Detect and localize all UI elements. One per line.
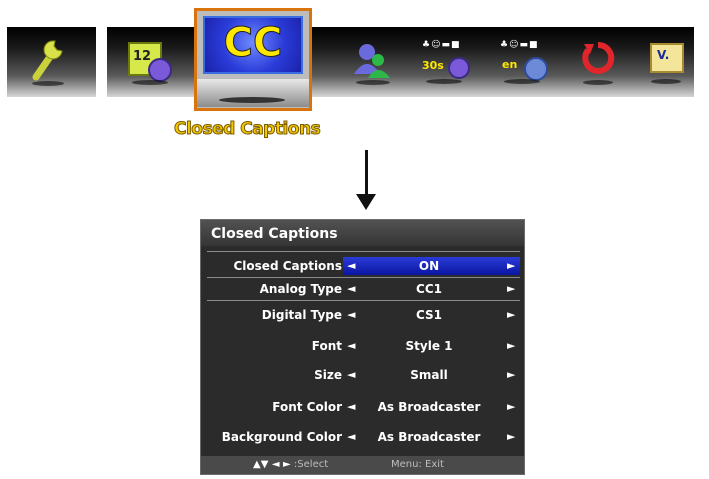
calendar-clock-icon[interactable]: 12 — [128, 40, 172, 85]
globe-icon — [524, 57, 548, 81]
setting-label: Digital Type — [261, 308, 342, 322]
setting-label: Font Color — [272, 400, 342, 414]
left-arrow-icon[interactable]: ◄ — [347, 398, 355, 416]
selected-menu-caption: Closed Captions — [173, 119, 321, 140]
reset-icon[interactable] — [580, 40, 616, 85]
setting-value: As Broadcaster — [377, 430, 481, 444]
sleep-timer-value: 30s — [422, 59, 444, 72]
setting-row-font-color[interactable]: Font Color ◄ As Broadcaster ► — [207, 398, 520, 416]
separator — [207, 277, 520, 278]
left-arrow-icon[interactable]: ◄ — [347, 280, 355, 298]
setting-label: Closed Captions — [233, 259, 343, 273]
language-icon[interactable]: ♣☺▬■ en — [498, 38, 548, 84]
setting-label: Analog Type — [259, 282, 342, 296]
left-arrow-icon[interactable]: ◄ — [347, 428, 355, 446]
down-arrow-icon — [365, 150, 368, 194]
wrench-icon[interactable] — [30, 37, 66, 86]
setting-value: CS1 — [415, 308, 443, 322]
version-icon[interactable]: V. — [648, 41, 684, 84]
right-arrow-icon[interactable]: ► — [507, 337, 515, 355]
left-arrow-icon[interactable]: ◄ — [347, 366, 355, 384]
right-arrow-icon[interactable]: ► — [507, 428, 515, 446]
calendar-day: 12 — [133, 49, 152, 64]
right-arrow-icon[interactable]: ► — [507, 306, 515, 324]
version-text: V. — [657, 48, 670, 62]
right-arrow-icon[interactable]: ► — [507, 398, 515, 416]
separator — [207, 251, 520, 252]
clock-icon — [448, 57, 470, 79]
setting-label: Background Color — [221, 430, 342, 444]
setting-row-analog-type[interactable]: Analog Type ◄ CC1 ► — [207, 280, 520, 298]
separator — [207, 300, 520, 301]
closed-captions-panel: Closed Captions Closed Captions ◄ ON ► A… — [200, 219, 525, 475]
language-value: en — [502, 58, 518, 71]
setting-value: Small — [410, 368, 448, 382]
clock-icon — [148, 58, 172, 82]
sleep-timer-icon[interactable]: ♣☺▬■ 30s — [420, 38, 470, 84]
setting-value: As Broadcaster — [377, 400, 481, 414]
setting-value: CC1 — [416, 282, 442, 296]
setting-label: Font — [311, 339, 342, 353]
user-icon[interactable] — [352, 40, 392, 85]
down-arrow-head — [356, 194, 376, 210]
setting-value: Style 1 — [405, 339, 453, 353]
setting-label: Size — [314, 368, 342, 382]
setting-value: ON — [418, 259, 440, 273]
cc-text: CC — [223, 20, 283, 67]
footer-exit-hint: Menu: Exit — [391, 459, 444, 470]
right-arrow-icon[interactable]: ► — [507, 366, 515, 384]
right-arrow-icon[interactable]: ► — [507, 257, 515, 275]
setting-row-digital-type[interactable]: Digital Type ◄ CS1 ► — [207, 306, 520, 324]
left-arrow-icon[interactable]: ◄ — [347, 306, 355, 324]
navigation-keys-icon: ▲▼ ◄ ► — [253, 459, 291, 470]
panel-footer: ▲▼ ◄ ► :Select Menu: Exit — [201, 456, 524, 474]
right-arrow-icon[interactable]: ► — [507, 280, 515, 298]
setting-row-font[interactable]: Font ◄ Style 1 ► — [207, 337, 520, 355]
left-arrow-icon[interactable]: ◄ — [347, 337, 355, 355]
closed-captions-tile[interactable]: CC — [194, 8, 312, 111]
footer-select-hint: :Select — [293, 459, 329, 470]
setting-row-size[interactable]: Size ◄ Small ► — [207, 366, 520, 384]
setting-row-background-color[interactable]: Background Color ◄ As Broadcaster ► — [207, 428, 520, 446]
closed-captions-icon: CC — [203, 16, 303, 74]
panel-title: Closed Captions — [201, 220, 524, 246]
setting-row-closed-captions[interactable]: Closed Captions ◄ ON ► — [207, 257, 520, 275]
left-arrow-icon[interactable]: ◄ — [347, 257, 355, 275]
